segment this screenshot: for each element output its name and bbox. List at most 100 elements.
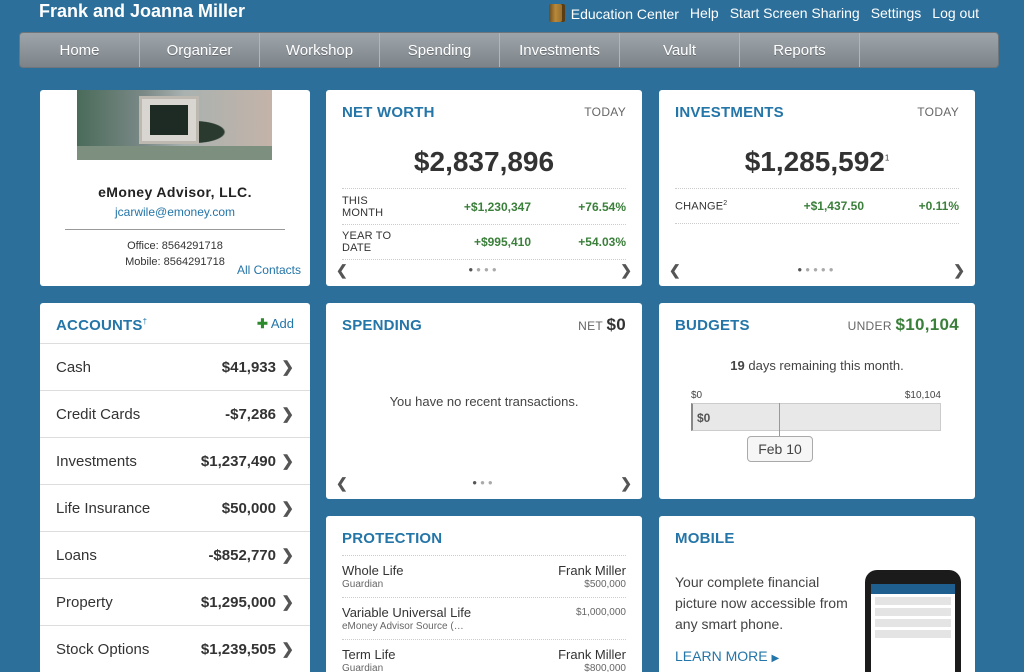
- account-amount: $41,933: [221, 358, 276, 376]
- change-label-wrap: CHANGE2: [675, 200, 744, 213]
- account-row-loans[interactable]: Loans -$852,770 ❯: [40, 531, 310, 578]
- education-center-label: Education Center: [570, 6, 679, 22]
- education-center-link[interactable]: Education Center: [548, 4, 679, 22]
- account-amount: $1,239,505: [200, 640, 276, 658]
- change-label: CHANGE: [675, 200, 724, 213]
- budget-today-marker: [779, 403, 780, 439]
- investments-change-row: CHANGE2 +$1,437.50 +0.11%: [675, 188, 959, 224]
- mobile-title: MOBILE: [675, 530, 735, 547]
- policy-amount: $1,000,000: [575, 607, 626, 618]
- accounts-title: ACCOUNTS: [56, 317, 143, 334]
- account-amount: $50,000: [221, 499, 276, 517]
- top-links: Education Center Help Start Screen Shari…: [548, 4, 979, 22]
- nav-home[interactable]: Home: [20, 33, 140, 67]
- account-row-property[interactable]: Property $1,295,000 ❯: [40, 578, 310, 625]
- help-link[interactable]: Help: [690, 5, 719, 21]
- chevron-right-icon: ❯: [281, 453, 294, 470]
- photo-monitor: [139, 96, 199, 144]
- account-row-life-insurance[interactable]: Life Insurance $50,000 ❯: [40, 484, 310, 531]
- logout-link[interactable]: Log out: [932, 5, 979, 21]
- protection-row[interactable]: Whole Life Guardian Frank Miller $500,00…: [342, 555, 626, 597]
- spending-net: NET $0: [578, 315, 626, 335]
- investments-value-wrap: $1,285,5921: [659, 146, 975, 178]
- phone-screen-line: [875, 630, 951, 638]
- nav-organizer[interactable]: Organizer: [140, 33, 260, 67]
- pager-dots: ●●●●●: [797, 265, 837, 274]
- nav-reports[interactable]: Reports: [740, 33, 860, 67]
- main-nav: Home Organizer Workshop Spending Investm…: [19, 32, 999, 68]
- chevron-right-icon: ❯: [281, 547, 294, 564]
- phone-screen-line: [875, 619, 951, 627]
- account-name: Stock Options: [56, 640, 150, 658]
- spending-empty-message: You have no recent transactions.: [389, 394, 579, 409]
- budgets-under-value: $10,104: [895, 315, 959, 334]
- policy-amount: $500,000: [584, 579, 626, 590]
- accounts-footnote: †: [142, 317, 148, 326]
- nav-workshop[interactable]: Workshop: [260, 33, 380, 67]
- investments-panel: INVESTMENTS TODAY $1,285,5921 CHANGE2 +$…: [659, 90, 975, 286]
- photo-monitor-screen: [150, 105, 188, 135]
- account-amount: -$852,770: [208, 546, 276, 564]
- row-label: THIS MONTH: [342, 194, 384, 219]
- add-account-label: Add: [270, 316, 294, 331]
- spending-net-label: NET: [578, 319, 603, 333]
- add-account-button[interactable]: ✚ Add: [257, 316, 294, 332]
- account-name: Cash: [56, 358, 92, 376]
- account-amount: $1,295,000: [200, 593, 276, 611]
- policy-owner: Frank Miller: [558, 563, 626, 578]
- budgets-under-label: UNDER: [847, 319, 892, 333]
- chevron-right-icon[interactable]: ❯: [620, 475, 632, 492]
- accounts-title-wrap: ACCOUNTS†: [56, 317, 147, 334]
- phone-screen-header: [871, 584, 955, 594]
- net-worth-panel: NET WORTH TODAY $2,837,896 THIS MONTH +$…: [326, 90, 642, 286]
- protection-row[interactable]: Term Life Guardian Frank Miller $800,000: [342, 639, 626, 672]
- budget-progress-bar: $0: [691, 403, 941, 431]
- net-worth-pager: ❮ ●●●● ❯: [326, 262, 642, 278]
- account-name: Credit Cards: [56, 405, 141, 423]
- budgets-under: UNDER $10,104: [848, 315, 959, 335]
- spending-net-value: $0: [606, 315, 626, 334]
- settings-link[interactable]: Settings: [871, 5, 922, 21]
- triangle-right-icon: ▶: [771, 653, 780, 664]
- advisor-firm: eMoney Advisor, LLC.: [98, 184, 252, 200]
- account-row-credit-cards[interactable]: Credit Cards -$7,286 ❯: [40, 390, 310, 437]
- chevron-right-icon: ❯: [281, 594, 294, 611]
- row-percent: +54.03%: [578, 235, 626, 249]
- budgets-title: BUDGETS: [675, 317, 750, 334]
- advisor-email[interactable]: jcarwile@emoney.com: [40, 205, 310, 219]
- net-worth-title: NET WORTH: [342, 104, 435, 121]
- smartphone-image: [865, 570, 961, 672]
- chevron-right-icon[interactable]: ❯: [953, 262, 965, 279]
- account-amount: $1,237,490: [200, 452, 276, 470]
- policy-amount: $800,000: [584, 663, 626, 672]
- row-amount: +$1,230,347: [463, 199, 531, 214]
- client-name: Frank and Joanna Miller: [39, 1, 246, 21]
- row-label: YEAR TO DATE: [342, 230, 392, 254]
- mobile-description: Your complete financial picture now acce…: [675, 574, 848, 632]
- chevron-right-icon: ❯: [281, 641, 294, 658]
- nav-spending[interactable]: Spending: [380, 33, 500, 67]
- chevron-right-icon: ❯: [281, 500, 294, 517]
- phone-screen-line: [875, 608, 951, 616]
- policy-name: Whole Life: [342, 563, 404, 578]
- change-footnote: 2: [723, 199, 728, 207]
- learn-more-link[interactable]: LEARN MORE ▶: [675, 648, 779, 664]
- budget-today-label: Feb 10: [747, 436, 813, 462]
- account-row-cash[interactable]: Cash $41,933 ❯: [40, 343, 310, 390]
- budget-spent-value: $0: [697, 411, 711, 425]
- change-amount: +$1,437.50: [803, 199, 864, 213]
- account-row-investments[interactable]: Investments $1,237,490 ❯: [40, 437, 310, 484]
- spending-pager: ❮ ●●● ❯: [326, 475, 642, 491]
- screen-sharing-link[interactable]: Start Screen Sharing: [730, 5, 860, 21]
- account-row-stock-options[interactable]: Stock Options $1,239,505 ❯: [40, 625, 310, 672]
- protection-title: PROTECTION: [342, 530, 443, 547]
- days-text: days remaining this month.: [748, 358, 904, 373]
- protection-row[interactable]: Variable Universal Life eMoney Advisor S…: [342, 597, 626, 639]
- phone-screen-line: [875, 597, 951, 605]
- all-contacts-link[interactable]: All Contacts: [237, 263, 301, 277]
- nav-vault[interactable]: Vault: [620, 33, 740, 67]
- nav-investments[interactable]: Investments: [500, 33, 620, 67]
- policy-name: Term Life: [342, 647, 396, 662]
- policy-owner: Frank Miller: [558, 647, 626, 662]
- chevron-right-icon[interactable]: ❯: [620, 262, 632, 279]
